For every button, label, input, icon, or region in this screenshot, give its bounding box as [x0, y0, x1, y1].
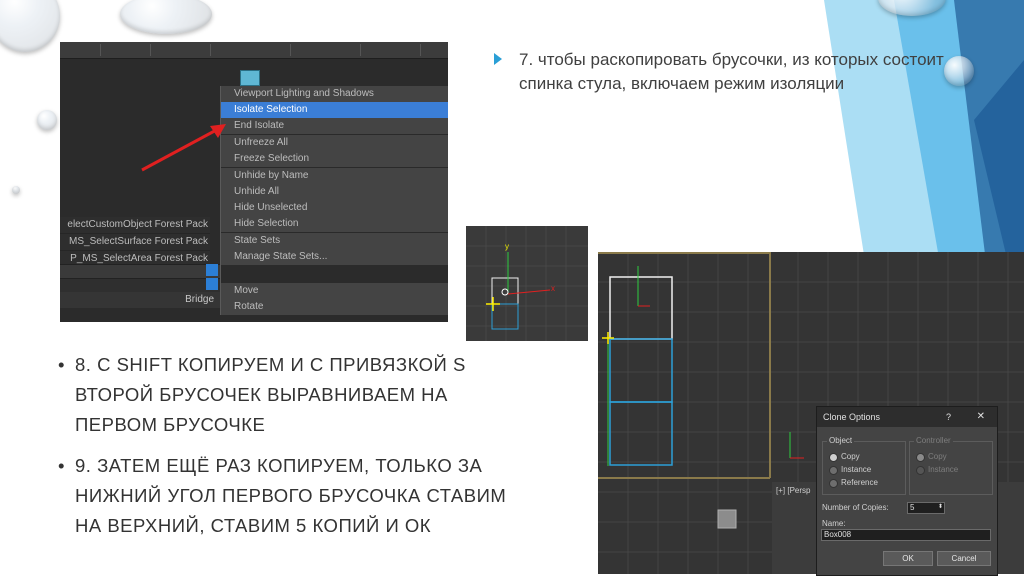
close-icon[interactable]: ✕: [977, 407, 985, 427]
step-7-text: 7. чтобы раскопировать брусочки, из кото…: [519, 50, 944, 93]
water-drop: [37, 110, 57, 130]
step-8-text: 8. С SHIFT копируем и с привязкой S втор…: [75, 354, 466, 435]
radio-controller-copy[interactable]: Copy: [916, 451, 947, 463]
viewport-label[interactable]: [+] [Persp: [776, 486, 810, 495]
water-drop: [12, 186, 20, 194]
dialog-titlebar: Clone Options ? ✕: [817, 407, 997, 427]
controller-group: Controller Copy Instance: [909, 436, 993, 495]
bullet-dot: •: [58, 354, 65, 375]
water-drop: [120, 0, 212, 34]
bullet-arrow-icon: [494, 53, 502, 65]
water-drop: [0, 0, 60, 52]
help-button[interactable]: ?: [946, 407, 951, 427]
step-7-paragraph: 7. чтобы раскопировать брусочки, из кото…: [494, 48, 952, 96]
copies-spinner[interactable]: 5 ⬍: [907, 502, 945, 514]
radio-controller-instance[interactable]: Instance: [916, 464, 958, 476]
red-arrow-icon: [141, 124, 226, 172]
object-group: Object Copy Instance Reference: [822, 436, 906, 495]
radio-instance[interactable]: Instance: [829, 464, 871, 476]
viewport-grid: [466, 226, 588, 341]
copies-label: Number of Copies:: [822, 503, 889, 512]
radio-copy[interactable]: Copy: [829, 451, 860, 463]
name-field[interactable]: Box008: [821, 529, 991, 541]
object-group-label: Object: [827, 436, 855, 445]
clone-options-dialog: Clone Options ? ✕ Object Copy Instance R…: [816, 406, 998, 576]
step-8-paragraph: • 8. С SHIFT копируем и с привязкой S вт…: [58, 350, 528, 440]
dialog-title: Clone Options: [823, 412, 881, 422]
controller-group-label: Controller: [914, 436, 953, 445]
ok-button[interactable]: OK: [883, 551, 933, 566]
cancel-button[interactable]: Cancel: [937, 551, 991, 566]
spinner-arrows-icon[interactable]: ⬍: [938, 502, 943, 512]
radio-reference[interactable]: Reference: [829, 477, 878, 489]
axis-x-label: x: [551, 284, 555, 293]
step-9-text: 9. Затем ещё раз копируем, только за ниж…: [75, 455, 507, 536]
name-label: Name:: [822, 519, 846, 528]
axis-y-label: y: [505, 242, 509, 251]
bullet-dot: •: [58, 455, 65, 476]
small-viewport-screenshot: y x: [466, 226, 588, 341]
context-menu-screenshot: electCustomObject Forest Pack MS_SelectS…: [60, 42, 448, 322]
step-9-paragraph: • 9. Затем ещё раз копируем, только за н…: [58, 451, 528, 541]
